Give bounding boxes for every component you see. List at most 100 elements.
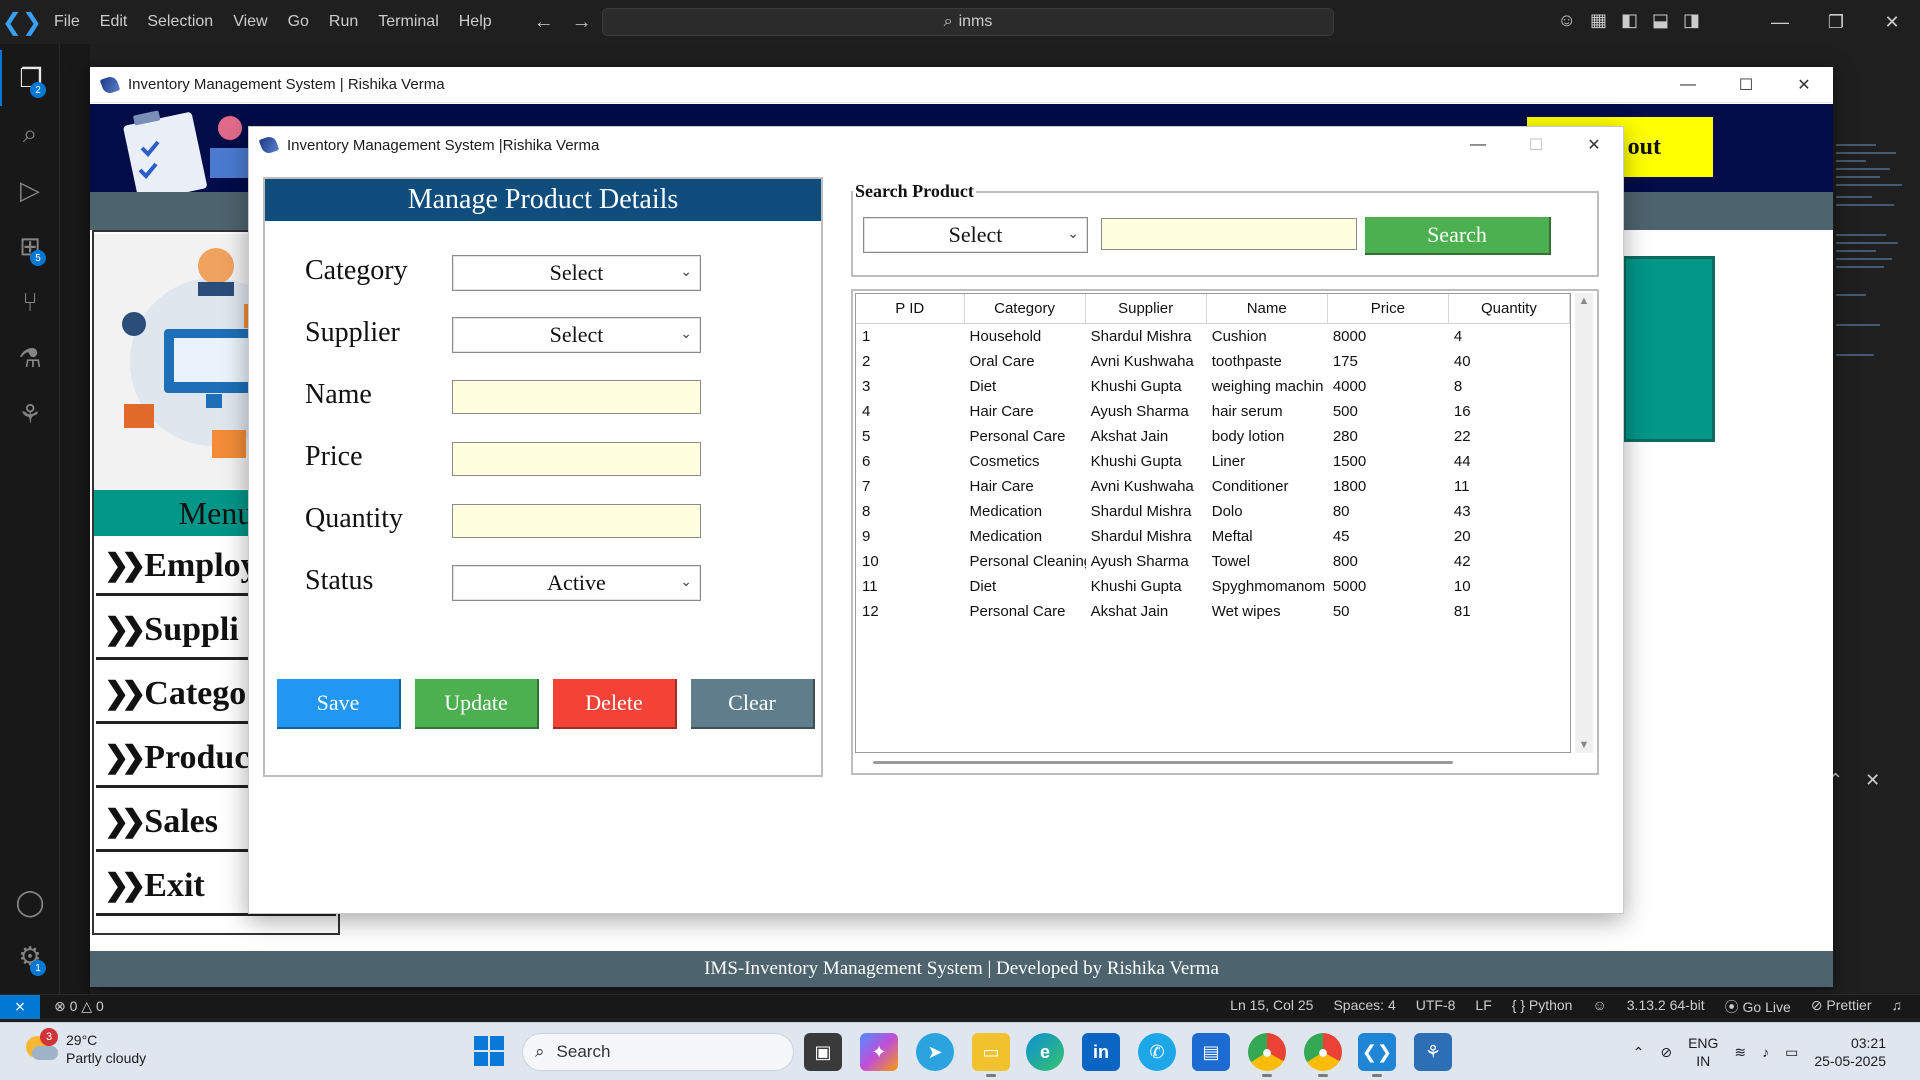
- search-icon[interactable]: ⌕: [0, 106, 60, 162]
- forward-arrow-icon[interactable]: →: [572, 11, 592, 34]
- column-header-price[interactable]: Price: [1328, 294, 1449, 323]
- start-windows-icon[interactable]: [474, 1036, 504, 1066]
- language-mode[interactable]: { } Python: [1512, 997, 1573, 1017]
- quantity-field[interactable]: [452, 504, 701, 538]
- cursor-position[interactable]: Ln 15, Col 25: [1230, 997, 1313, 1017]
- search-text-field[interactable]: [1101, 218, 1357, 250]
- explorer-icon[interactable]: ❐ 2: [0, 50, 60, 106]
- close-panel-icon[interactable]: ✕: [1865, 770, 1880, 791]
- task-view-icon[interactable]: ▣: [804, 1033, 842, 1071]
- python-interpreter[interactable]: 3.13.2 64-bit: [1627, 997, 1705, 1017]
- column-header-supplier[interactable]: Supplier: [1086, 294, 1207, 323]
- close-icon[interactable]: ✕: [1565, 127, 1623, 163]
- remote-indicator-icon[interactable]: ⨯: [0, 994, 40, 1019]
- table-row[interactable]: 1 Household Shardul Mishra Cushion 8000 4: [856, 324, 1570, 349]
- volume-icon[interactable]: ♪: [1762, 1044, 1769, 1060]
- maximize-icon[interactable]: ☐: [1717, 67, 1775, 103]
- minimize-icon[interactable]: —: [1752, 0, 1808, 44]
- name-field[interactable]: [452, 380, 701, 414]
- input-language[interactable]: ENG IN: [1688, 1034, 1718, 1070]
- weather-widget[interactable]: 3 29°C Partly cloudy: [24, 1028, 146, 1067]
- table-row[interactable]: 4 Hair Care Ayush Sharma hair serum 500 16: [856, 399, 1570, 424]
- command-center[interactable]: ⌕ inms: [602, 8, 1334, 36]
- product-table[interactable]: P ID Category Supplier Name Price Quanti…: [855, 293, 1571, 753]
- copilot-icon[interactable]: ☺: [1558, 10, 1576, 31]
- battery-icon[interactable]: ▭: [1785, 1044, 1798, 1061]
- search-button[interactable]: Search: [1365, 217, 1551, 255]
- python-icon[interactable]: ⚘: [0, 386, 60, 442]
- table-row[interactable]: 7 Hair Care Avni Kushwaha Conditioner 1800 11: [856, 474, 1570, 499]
- toggle-sidebar-icon[interactable]: ◧: [1621, 10, 1638, 31]
- table-row[interactable]: 9 Medication Shardul Mishra Meftal 45 20: [856, 524, 1570, 549]
- minimize-icon[interactable]: —: [1659, 67, 1717, 103]
- notifications-bell-icon[interactable]: ♫: [1892, 997, 1903, 1017]
- python-app-icon[interactable]: ⚘: [1414, 1033, 1452, 1071]
- table-row[interactable]: 5 Personal Care Akshat Jain body lotion 280 2…: [856, 424, 1570, 449]
- menu-terminal[interactable]: Terminal: [368, 0, 448, 44]
- testing-icon[interactable]: ⚗: [0, 330, 60, 386]
- vscode-taskbar-icon[interactable]: ❮❯: [1358, 1033, 1396, 1077]
- problems-indicator[interactable]: ⊗ 0 △ 0: [54, 998, 104, 1015]
- close-icon[interactable]: ✕: [1775, 67, 1833, 103]
- table-row[interactable]: 11 Diet Khushi Gupta Spyghmomanom 5000 10: [856, 574, 1570, 599]
- scroll-thumb[interactable]: [873, 761, 1453, 764]
- column-header-pid[interactable]: P ID: [856, 294, 965, 323]
- minimize-icon[interactable]: —: [1449, 127, 1507, 163]
- category-combobox[interactable]: Select ⌄: [452, 255, 701, 291]
- chrome-profile-icon[interactable]: ●: [1304, 1033, 1342, 1077]
- encoding[interactable]: UTF-8: [1416, 997, 1456, 1017]
- indentation[interactable]: Spaces: 4: [1333, 997, 1395, 1017]
- close-icon[interactable]: ✕: [1864, 0, 1920, 44]
- clock[interactable]: 03:21 25-05-2025: [1814, 1034, 1886, 1070]
- clear-button[interactable]: Clear: [691, 679, 815, 729]
- search-by-combobox[interactable]: Select ⌄: [863, 217, 1088, 253]
- scroll-up-arrow-icon[interactable]: ▲: [1577, 295, 1591, 307]
- supplier-combobox[interactable]: Select ⌄: [452, 317, 701, 353]
- network-off-icon[interactable]: ⊘: [1660, 1044, 1672, 1061]
- extensions-icon[interactable]: ⊞ 5: [0, 218, 60, 274]
- menu-view[interactable]: View: [223, 0, 277, 44]
- wifi-icon[interactable]: ≋: [1734, 1044, 1746, 1061]
- telegram-icon[interactable]: ➤: [916, 1033, 954, 1071]
- prettier-button[interactable]: ⊘ Prettier: [1811, 997, 1872, 1017]
- store-icon[interactable]: ▤: [1192, 1033, 1230, 1071]
- column-header-quantity[interactable]: Quantity: [1449, 294, 1570, 323]
- layout-icon[interactable]: ▦: [1590, 10, 1607, 31]
- back-arrow-icon[interactable]: ←: [534, 11, 554, 34]
- table-row[interactable]: 10 Personal Cleaning Ayush Sharma Towel 800 4…: [856, 549, 1570, 574]
- menu-edit[interactable]: Edit: [90, 0, 138, 44]
- chrome-icon[interactable]: ●: [1248, 1033, 1286, 1077]
- column-header-category[interactable]: Category: [965, 294, 1086, 323]
- taskbar-search[interactable]: ⌕ Search: [522, 1033, 794, 1071]
- menu-help[interactable]: Help: [449, 0, 502, 44]
- delete-button[interactable]: Delete: [553, 679, 677, 729]
- edge-browser-icon[interactable]: e: [1026, 1033, 1064, 1071]
- go-live-button[interactable]: ⦿ Go Live: [1725, 997, 1791, 1017]
- column-header-name[interactable]: Name: [1207, 294, 1328, 323]
- table-row[interactable]: 6 Cosmetics Khushi Gupta Liner 1500 44: [856, 449, 1570, 474]
- scroll-down-arrow-icon[interactable]: ▼: [1577, 739, 1591, 751]
- table-vertical-scrollbar[interactable]: ▲ ▼: [1575, 293, 1593, 753]
- menu-go[interactable]: Go: [278, 0, 319, 44]
- update-button[interactable]: Update: [415, 679, 539, 729]
- price-field[interactable]: [452, 442, 701, 476]
- status-combobox[interactable]: Active ⌄: [452, 565, 701, 601]
- toggle-panel-icon[interactable]: ⬓: [1652, 10, 1669, 31]
- maximize-icon[interactable]: ❐: [1808, 0, 1864, 44]
- table-horizontal-scrollbar[interactable]: [873, 757, 1553, 767]
- menu-file[interactable]: File: [44, 0, 90, 44]
- linkedin-icon[interactable]: in: [1082, 1033, 1120, 1071]
- source-control-icon[interactable]: ⑂: [0, 274, 60, 330]
- save-button[interactable]: Save: [277, 679, 401, 729]
- copilot-app-icon[interactable]: ✦: [860, 1033, 898, 1071]
- line-ending[interactable]: LF: [1475, 997, 1491, 1017]
- toggle-secondary-sidebar-icon[interactable]: ◨: [1683, 10, 1700, 31]
- accounts-icon[interactable]: ◯: [0, 874, 60, 930]
- table-row[interactable]: 12 Personal Care Akshat Jain Wet wipes 50 81: [856, 599, 1570, 624]
- table-row[interactable]: 3 Diet Khushi Gupta weighing machin 4000 8: [856, 374, 1570, 399]
- menu-run[interactable]: Run: [319, 0, 368, 44]
- file-explorer-icon[interactable]: ▭: [972, 1033, 1010, 1077]
- menu-selection[interactable]: Selection: [137, 0, 223, 44]
- settings-gear-icon[interactable]: ⚙ 1: [0, 928, 60, 984]
- table-row[interactable]: 8 Medication Shardul Mishra Dolo 80 43: [856, 499, 1570, 524]
